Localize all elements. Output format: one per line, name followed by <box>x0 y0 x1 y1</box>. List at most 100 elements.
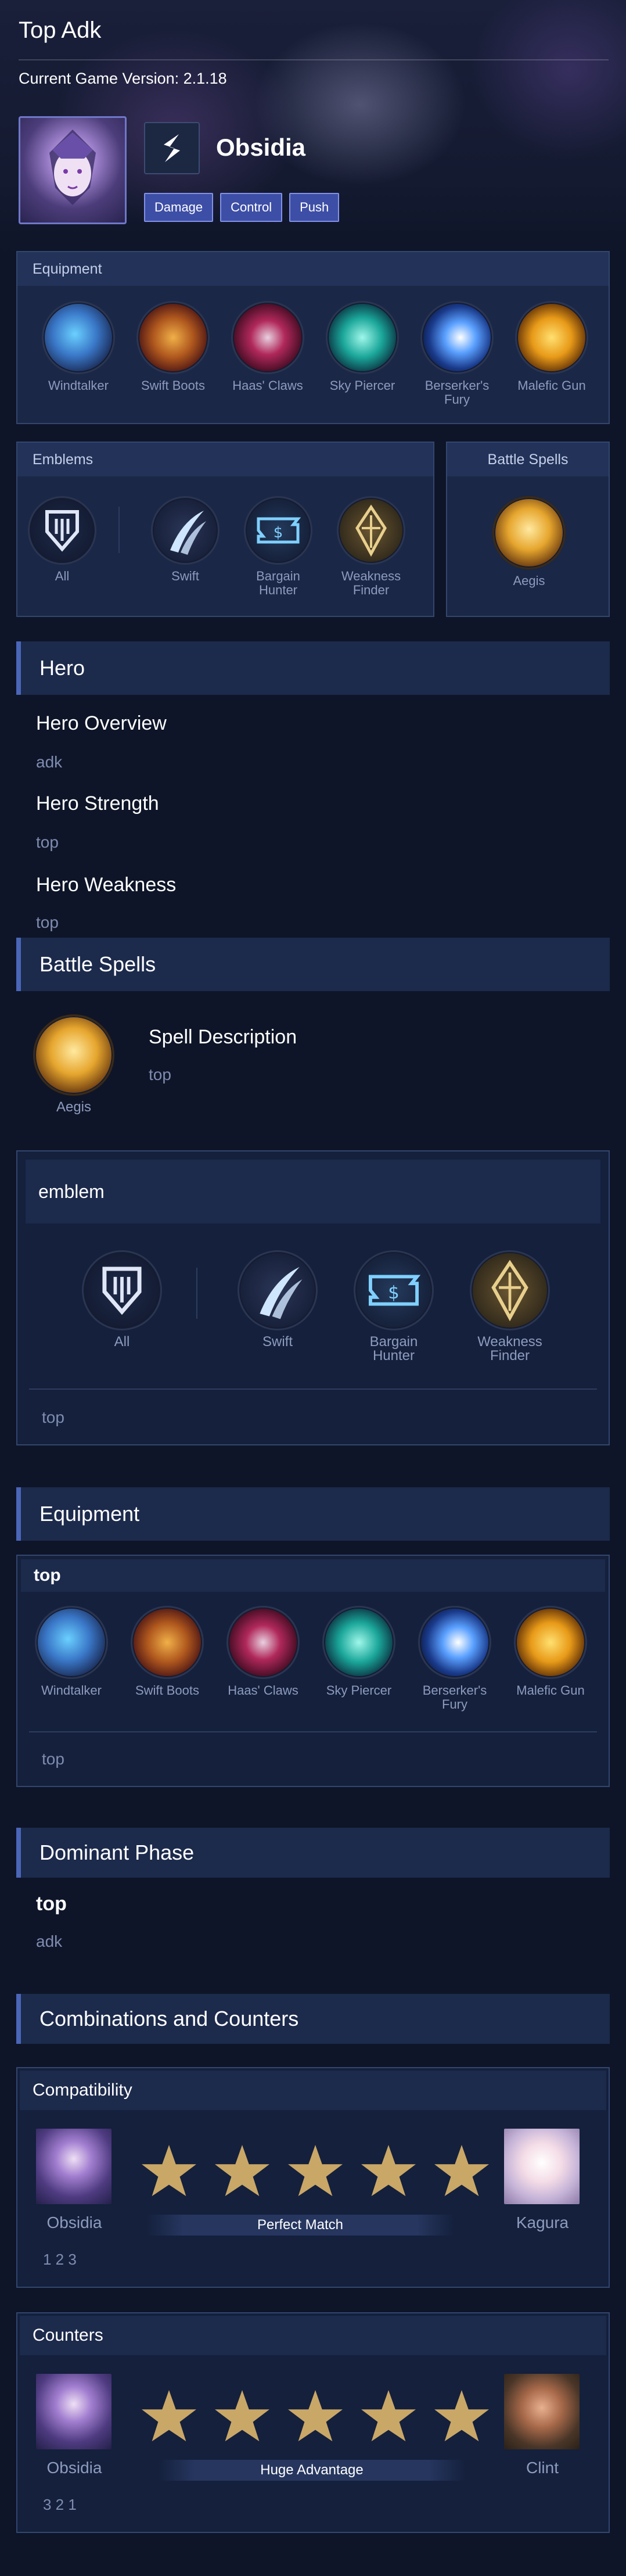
equip-item-berserkers-fury[interactable]: Berserker's Fury <box>413 301 501 407</box>
star-icon <box>434 2144 489 2197</box>
counter-left-portrait[interactable] <box>36 2374 111 2449</box>
build-item-label: Windtalker <box>41 1683 102 1698</box>
counter-footer: 3 2 1 <box>43 2496 77 2513</box>
build-item-label: Swift Boots <box>135 1683 200 1698</box>
compat-right-portrait[interactable] <box>504 2129 580 2204</box>
equipment-build-box: top Windtalker Swift Boots Haas' Claws S… <box>16 1555 610 1787</box>
battle-spell-aegis[interactable]: Aegis <box>30 1014 117 1114</box>
aegis-icon <box>33 1014 114 1096</box>
title-divider <box>19 59 609 60</box>
equipment-summary-panel: Equipment Windtalker Swift Boots Haas' C… <box>16 251 610 424</box>
hero-weakness-title: Hero Weakness <box>36 874 177 896</box>
compat-left-portrait[interactable] <box>36 2129 111 2204</box>
game-version: Current Game Version: 2.1.18 <box>19 70 227 87</box>
dominant-phase-header: Dominant Phase <box>16 1828 610 1878</box>
emblem-section-bargain-hunter[interactable]: $ Bargain Hunter <box>347 1250 440 1363</box>
star-icon <box>288 2390 343 2442</box>
equip-item-sky-piercer[interactable]: Sky Piercer <box>319 301 406 393</box>
equip-item-label: Haas' Claws <box>232 378 303 393</box>
battle-spells-section-header: Battle Spells <box>16 938 610 991</box>
page-title: Top Adk <box>19 17 102 43</box>
berserkers-fury-icon <box>420 301 494 374</box>
equip-item-label: Sky Piercer <box>329 378 395 393</box>
build-item-sky-piercer[interactable]: Sky Piercer <box>315 1606 402 1698</box>
haas-claws-icon <box>231 301 304 374</box>
combos-section-header: Combinations and Counters <box>16 1994 610 2044</box>
emblem-note-divider <box>29 1389 597 1390</box>
sky-piercer-icon <box>322 1606 395 1679</box>
battle-spell-aegis-label: Aegis <box>56 1099 92 1115</box>
dominant-phase-text: adk <box>36 1932 63 1950</box>
star-icon <box>288 2144 343 2197</box>
build-item-label: Malefic Gun <box>516 1683 585 1698</box>
star-icon <box>142 2390 196 2442</box>
build-item-berserkers-fury[interactable]: Berserker's Fury <box>411 1606 498 1712</box>
equip-item-label: Windtalker <box>48 378 109 393</box>
emblem-section-swift[interactable]: Swift <box>231 1250 324 1349</box>
swift-boots-icon <box>136 301 210 374</box>
windtalker-icon <box>42 301 115 374</box>
hero-portrait-art <box>49 130 96 205</box>
tag-control[interactable]: Control <box>220 193 283 222</box>
star-icon <box>215 2390 269 2442</box>
counter-right-name: Clint <box>526 2459 559 2477</box>
equipment-summary-heading: Equipment <box>17 252 609 286</box>
hero-strength-title: Hero Strength <box>36 792 159 815</box>
emblem-all-icon <box>82 1250 162 1330</box>
hero-overview-text: adk <box>36 753 63 771</box>
emblem-section-weakness-finder-label: Weakness Finder <box>477 1334 542 1364</box>
sky-piercer-icon <box>326 301 399 374</box>
emblem-section-weakness-finder[interactable]: Weakness Finder <box>463 1250 556 1363</box>
equipment-note: top <box>42 1750 64 1768</box>
build-item-malefic-gun[interactable]: Malefic Gun <box>507 1606 594 1698</box>
build-item-label: Haas' Claws <box>228 1683 298 1698</box>
svg-text:$: $ <box>274 524 283 541</box>
bargain-hunter-icon: $ <box>244 496 312 565</box>
counter-right-portrait[interactable] <box>504 2374 580 2449</box>
weakness-finder-icon <box>470 1250 550 1330</box>
compatibility-title: Compatibility <box>20 2071 606 2110</box>
hero-name: Obsidia <box>216 134 306 161</box>
compatibility-box: Compatibility Obsidia Perfect Match Kagu… <box>16 2067 610 2288</box>
build-item-windtalker[interactable]: Windtalker <box>28 1606 115 1698</box>
role-assassin-icon <box>144 122 200 174</box>
hero-role-tags: Damage Control Push <box>144 193 340 222</box>
compat-stars <box>141 2144 490 2198</box>
tag-damage[interactable]: Damage <box>144 193 214 222</box>
talent-bargain-hunter[interactable]: $ Bargain Hunter <box>240 496 316 597</box>
build-item-haas-claws[interactable]: Haas' Claws <box>220 1606 307 1698</box>
windtalker-icon <box>35 1606 108 1679</box>
spell-aegis-label: Aegis <box>513 573 545 588</box>
emblem-section-swift-label: Swift <box>262 1334 293 1350</box>
equip-item-label: Swift Boots <box>141 378 206 393</box>
emblems-summary-panel: Emblems All Swift $ Bargain Hunter Weakn… <box>16 442 434 617</box>
emblem-all-label: All <box>55 569 70 583</box>
emblem-section-bargain-hunter-label: Bargain Hunter <box>369 1334 418 1364</box>
emblem-all[interactable]: All <box>24 496 100 583</box>
equip-item-swift-boots[interactable]: Swift Boots <box>129 301 217 393</box>
emblem-section-all[interactable]: All <box>75 1250 168 1349</box>
emblem-note: top <box>42 1408 64 1426</box>
compat-right-name: Kagura <box>516 2213 569 2231</box>
emblem-divider <box>118 507 120 553</box>
talent-bargain-hunter-label: Bargain Hunter <box>256 569 300 597</box>
counters-title: Counters <box>20 2316 606 2355</box>
emblem-section-heading: emblem <box>26 1160 600 1224</box>
spell-description-title: Spell Description <box>149 1026 297 1048</box>
build-item-swift-boots[interactable]: Swift Boots <box>124 1606 211 1698</box>
equip-item-windtalker[interactable]: Windtalker <box>35 301 122 393</box>
bargain-hunter-icon: $ <box>354 1250 434 1330</box>
hero-weakness-text: top <box>36 913 59 931</box>
equip-item-malefic-gun[interactable]: Malefic Gun <box>508 301 595 393</box>
emblem-section-box: emblem All Swift $ Bargain Hunter Weakne… <box>16 1150 610 1445</box>
spell-aegis[interactable]: Aegis <box>485 496 573 588</box>
equip-item-haas-claws[interactable]: Haas' Claws <box>224 301 311 393</box>
talent-weakness-finder[interactable]: Weakness Finder <box>333 496 409 597</box>
emblem-section-all-label: All <box>114 1334 130 1350</box>
compat-footer: 1 2 3 <box>43 2251 77 2268</box>
equipment-section-header: Equipment <box>16 1487 610 1541</box>
tag-push[interactable]: Push <box>289 193 340 222</box>
talent-swift[interactable]: Swift <box>147 496 223 583</box>
counter-left-name: Obsidia <box>46 2459 102 2477</box>
emblems-summary-heading: Emblems <box>17 443 433 476</box>
